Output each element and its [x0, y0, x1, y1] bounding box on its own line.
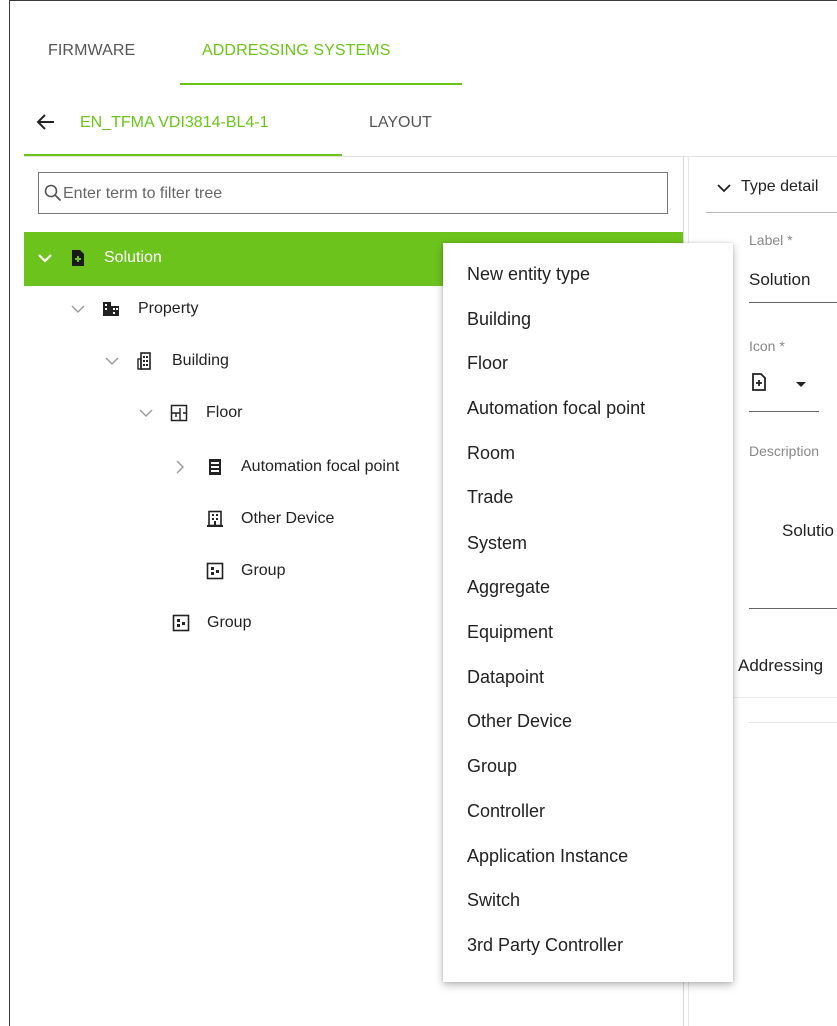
search-icon: [44, 184, 62, 202]
divider: [706, 212, 837, 213]
description-field-underline: [749, 608, 837, 609]
tree-node-automation-focal-point[interactable]: Automation focal point: [0, 458, 440, 480]
chevron-down-icon[interactable]: [716, 180, 732, 196]
tree-node-label: Building: [172, 352, 229, 369]
tab-firmware[interactable]: FIRMWARE: [48, 42, 135, 60]
menu-item-equipment[interactable]: Equipment: [467, 622, 553, 643]
building-icon: [137, 352, 151, 370]
tree-node-floor[interactable]: Floor: [0, 404, 440, 426]
tab-addressing-system-name[interactable]: EN_TFMA VDI3814-BL4-1: [80, 114, 269, 132]
icon-field-underline: [749, 411, 819, 412]
tree-filter[interactable]: [38, 172, 668, 214]
server-icon: [209, 459, 221, 475]
menu-item-other-device[interactable]: Other Device: [467, 711, 572, 732]
menu-item-new-entity-type[interactable]: New entity type: [467, 264, 590, 285]
tab-addressing-systems[interactable]: ADDRESSING SYSTEMS: [202, 42, 391, 60]
label-field-label: Label *: [749, 232, 793, 248]
menu-item-datapoint[interactable]: Datapoint: [467, 667, 544, 688]
tree-node-label: Other Device: [241, 510, 335, 527]
tree-node-label: Property: [138, 300, 199, 317]
description-field-input[interactable]: Solutio: [782, 521, 834, 541]
menu-item-system[interactable]: System: [467, 533, 527, 554]
menu-item-room[interactable]: Room: [467, 443, 515, 464]
caret-down-icon[interactable]: [794, 377, 808, 391]
menu-item-controller[interactable]: Controller: [467, 801, 545, 822]
property-icon: [103, 302, 119, 316]
tree-node-group[interactable]: Group: [0, 562, 440, 584]
chevron-down-icon[interactable]: [70, 301, 86, 317]
tree-node-other-device[interactable]: Other Device: [0, 510, 440, 532]
device-icon: [207, 510, 223, 527]
label-field-input[interactable]: Solution: [749, 270, 810, 290]
tree-node-label: Floor: [206, 404, 243, 421]
menu-item-aggregate[interactable]: Aggregate: [467, 577, 550, 598]
active-tab-indicator: [180, 83, 462, 85]
menu-item-application-instance[interactable]: Application Instance: [467, 846, 628, 867]
chevron-down-icon[interactable]: [138, 405, 154, 421]
tree-node-group[interactable]: Group: [0, 614, 440, 636]
tree-node-label: Group: [241, 562, 286, 579]
group-icon: [206, 562, 224, 580]
menu-item-trade[interactable]: Trade: [467, 487, 513, 508]
menu-item-switch[interactable]: Switch: [467, 890, 520, 911]
arrow-left-icon[interactable]: [34, 110, 58, 134]
context-menu: New entity type Building Floor Automatio…: [443, 243, 733, 982]
menu-item-group[interactable]: Group: [467, 756, 517, 777]
floor-icon: [170, 404, 188, 422]
file-plus-icon: [752, 373, 766, 391]
file-plus-icon: [72, 250, 84, 266]
divider: [748, 722, 837, 723]
tree-node-label: Group: [207, 614, 252, 631]
tree-node-property[interactable]: Property: [0, 300, 440, 322]
tree-node-building[interactable]: Building: [0, 352, 440, 374]
chevron-down-icon[interactable]: [36, 249, 54, 267]
tree-node-label: Solution: [104, 249, 162, 266]
label-field-underline: [749, 302, 837, 303]
chevron-right-icon[interactable]: [172, 459, 188, 475]
divider: [24, 156, 837, 157]
tree-node-label: Automation focal point: [241, 458, 400, 475]
addressing-section-header[interactable]: Addressing: [738, 656, 823, 676]
menu-item-floor[interactable]: Floor: [467, 353, 508, 374]
type-detail-header[interactable]: Type detail: [741, 178, 818, 196]
icon-field-label: Icon *: [749, 338, 785, 354]
description-field-label: Description: [749, 443, 820, 459]
menu-item-automation-focal-point[interactable]: Automation focal point: [467, 398, 645, 419]
tab-layout[interactable]: LAYOUT: [369, 114, 432, 132]
chevron-down-icon[interactable]: [104, 353, 120, 369]
search-input[interactable]: [61, 179, 655, 209]
menu-item-3rd-party-controller[interactable]: 3rd Party Controller: [467, 935, 623, 956]
menu-item-building[interactable]: Building: [467, 309, 531, 330]
group-icon: [172, 614, 190, 632]
